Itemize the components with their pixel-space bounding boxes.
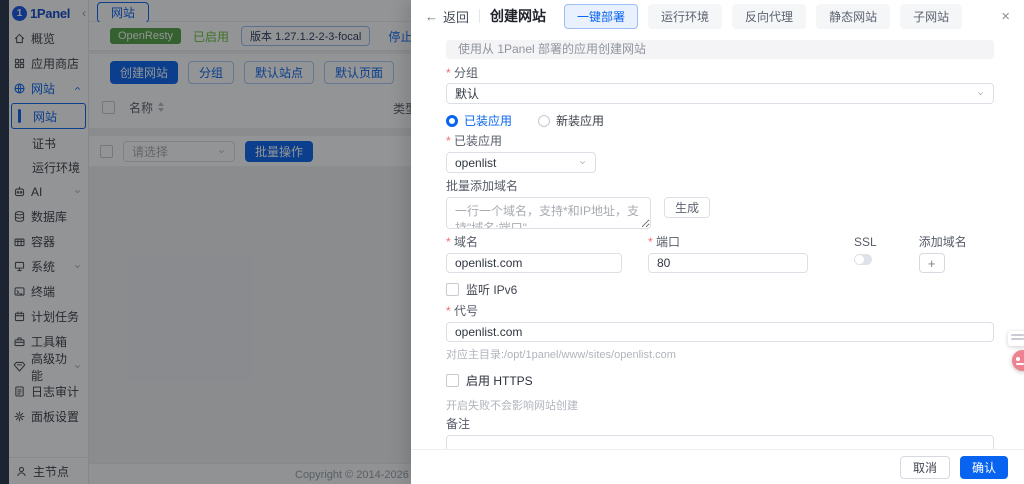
- confirm-button[interactable]: 确认: [959, 455, 1008, 479]
- info-banner: 使用从 1Panel 部署的应用创建网站: [446, 40, 994, 59]
- bulk-domain-label: 批量添加域名: [446, 179, 519, 193]
- radio-dot-icon: [538, 114, 551, 127]
- drawer-footer: 取消 确认: [411, 449, 1024, 484]
- port-input[interactable]: [648, 253, 808, 273]
- close-icon[interactable]: ×: [1001, 9, 1010, 24]
- assistant-button[interactable]: [1012, 350, 1024, 371]
- drawer-header: ← 返回 创建网站 一键部署 运行环境 反向代理 静态网站 子网站 ×: [411, 0, 1024, 32]
- create-website-drawer: ← 返回 创建网站 一键部署 运行环境 反向代理 静态网站 子网站 × 使用从 …: [411, 0, 1024, 484]
- back-arrow-icon: ←: [425, 8, 438, 24]
- cancel-button[interactable]: 取消: [899, 455, 950, 479]
- installed-app-radio[interactable]: 已装应用: [446, 112, 512, 129]
- alias-hint: 对应主目录:/opt/1panel/www/sites/openlist.com: [446, 349, 676, 361]
- installed-app-label: 已装应用: [446, 134, 994, 148]
- remark-label: 备注: [446, 417, 471, 431]
- floating-mini-card[interactable]: [1008, 331, 1024, 346]
- alias-input[interactable]: [446, 322, 994, 342]
- chevron-down-icon: [579, 161, 586, 165]
- deploy-mode-tabs: 一键部署 运行环境 反向代理 静态网站 子网站: [564, 3, 963, 29]
- domain-input[interactable]: [446, 253, 622, 273]
- remark-textarea[interactable]: [446, 435, 994, 449]
- group-label: 分组: [446, 66, 994, 80]
- domain-label: 域名: [446, 235, 622, 249]
- ipv6-label: 监听 IPv6: [466, 283, 518, 297]
- add-domain-label: 添加域名: [918, 235, 967, 249]
- chevron-down-icon: [977, 92, 984, 96]
- ssl-label: SSL: [854, 235, 877, 249]
- bulk-domain-textarea[interactable]: [446, 197, 651, 229]
- generate-button[interactable]: 生成: [664, 197, 711, 218]
- app-screen: 1 1Panel ‹ 概览 应用商店 网站 网站 证书 运行环境 AI 数据库 …: [0, 0, 1024, 484]
- drawer-title: 创建网站: [490, 8, 547, 24]
- alias-label: 代号: [446, 304, 994, 318]
- drawer-form: 使用从 1Panel 部署的应用创建网站 分组 默认 已装应用 新装应用 已装应…: [411, 32, 1024, 449]
- port-label: 端口: [648, 235, 808, 249]
- https-checkbox-row[interactable]: 启用 HTTPS: [446, 372, 994, 389]
- tab-static-website[interactable]: 静态网站: [816, 3, 891, 29]
- tab-one-click-deploy[interactable]: 一键部署: [564, 3, 639, 29]
- https-label: 启用 HTTPS: [466, 374, 533, 388]
- app-source-radios: 已装应用 新装应用: [446, 112, 994, 129]
- back-button[interactable]: ← 返回: [425, 7, 469, 26]
- domain-port-row: 域名 端口 SSL 添加域名 +: [446, 235, 994, 273]
- ssl-toggle[interactable]: [854, 254, 872, 265]
- tab-runtime[interactable]: 运行环境: [648, 3, 723, 29]
- new-app-radio[interactable]: 新装应用: [538, 112, 604, 129]
- https-hint: 开启失败不会影响网站创建: [446, 400, 578, 412]
- header-divider: [479, 9, 481, 23]
- installed-app-select[interactable]: openlist: [446, 152, 596, 173]
- ipv6-checkbox-row[interactable]: 监听 IPv6: [446, 281, 994, 298]
- group-select[interactable]: 默认: [446, 83, 994, 104]
- https-checkbox[interactable]: [446, 374, 459, 387]
- ipv6-checkbox[interactable]: [446, 283, 459, 296]
- radio-dot-icon: [446, 114, 458, 127]
- add-domain-button[interactable]: +: [918, 253, 945, 273]
- floating-widget: [1000, 331, 1024, 379]
- bulk-domain-row: 生成: [446, 197, 994, 229]
- tab-subsite[interactable]: 子网站: [900, 3, 963, 29]
- tab-reverse-proxy[interactable]: 反向代理: [732, 3, 807, 29]
